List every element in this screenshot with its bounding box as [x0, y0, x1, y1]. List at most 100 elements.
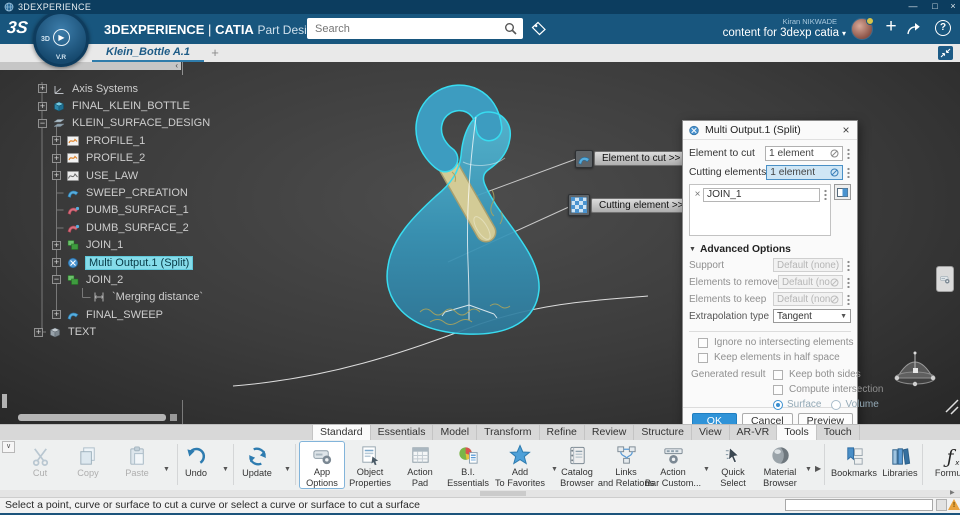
object-properties-button[interactable]: Object Properties — [344, 442, 396, 488]
tab-standard[interactable]: Standard — [312, 425, 371, 440]
workspace-selector[interactable]: content for 3dexp catia ▾ — [640, 27, 846, 39]
tree-item-label[interactable]: Axis Systems — [72, 83, 138, 95]
status-small-button[interactable] — [936, 499, 947, 511]
tab-touch[interactable]: Touch — [817, 425, 860, 440]
scroll-left-icon[interactable]: ‹ — [175, 62, 178, 70]
klein-bottle-model[interactable] — [386, 84, 540, 335]
formula-button[interactable]: Formu... — [926, 442, 960, 488]
user-avatar[interactable] — [851, 17, 874, 40]
action-pad-button[interactable]: Action Pad — [394, 442, 446, 488]
half-space-checkbox[interactable] — [698, 352, 708, 363]
tree-item-klein-surface-design[interactable]: − KLEIN_SURFACE_DESIGN — [0, 115, 210, 132]
undo-button[interactable]: Undo — [170, 442, 222, 488]
tree-item-profile-2[interactable]: + PROFILE_2 — [0, 150, 210, 167]
ignore-intersecting-checkbox[interactable] — [698, 337, 708, 348]
power-input-field[interactable] — [785, 499, 933, 511]
expand-icon[interactable]: + — [38, 84, 47, 94]
tree-item-join-1[interactable]: + JOIN_1 — [0, 237, 210, 254]
compass-play-icon[interactable]: ▶ — [53, 29, 70, 46]
tab-essentials[interactable]: Essentials — [371, 425, 434, 440]
new-tab-button[interactable]: + — [208, 45, 222, 60]
app-options-button[interactable]: App Options — [299, 441, 345, 489]
undo-dropdown-icon[interactable]: ▼ — [222, 466, 229, 473]
remove-item-icon[interactable]: × — [692, 189, 703, 200]
tree-item-label[interactable]: PROFILE_1 — [86, 135, 145, 147]
tree-bottom-scrollbar-end[interactable] — [170, 414, 177, 421]
tree-item-final-klein-bottle[interactable]: + FINAL_KLEIN_BOTTLE — [0, 97, 210, 114]
tree-item-axis-systems[interactable]: + Axis Systems — [0, 80, 210, 97]
tab-model[interactable]: Model — [433, 425, 478, 440]
expand-icon[interactable]: + — [52, 240, 61, 250]
cutting-elements-input[interactable]: 1 element — [766, 165, 843, 180]
quick-select-button[interactable]: Quick Select — [707, 442, 759, 488]
drag-handle-icon[interactable] — [846, 276, 851, 288]
close-button[interactable]: × — [944, 0, 960, 14]
half-space-row[interactable]: Keep elements in half space — [689, 352, 851, 363]
list-item[interactable]: × JOIN_1 — [692, 186, 828, 203]
drag-handle-icon[interactable] — [846, 259, 851, 271]
document-tab[interactable]: Klein_Bottle A.1 — [92, 44, 204, 60]
tree-item-label[interactable]: DUMB_SURFACE_1 — [86, 204, 189, 216]
expand-icon[interactable]: + — [52, 310, 61, 320]
resize-corner-handle[interactable] — [945, 399, 959, 415]
tree-item-use-law[interactable]: + USE_LAW — [0, 167, 210, 184]
robot-ground-compass[interactable] — [894, 351, 936, 387]
drag-handle-icon[interactable] — [823, 189, 828, 200]
tree-item-profile-1[interactable]: + PROFILE_1 — [0, 132, 210, 149]
material-dropdown-icon[interactable]: ▼ — [805, 466, 812, 473]
surface-radio[interactable] — [773, 399, 783, 410]
list-item-name-box[interactable]: JOIN_1 — [703, 187, 820, 202]
expand-icon[interactable]: + — [52, 171, 61, 181]
tree-item-dumb-surface-1[interactable]: DUMB_SURFACE_1 — [0, 202, 210, 219]
add-content-button[interactable]: + — [881, 16, 901, 38]
fit-view-button[interactable] — [938, 46, 953, 60]
tree-item-label[interactable]: KLEIN_SURFACE_DESIGN — [72, 117, 210, 129]
tree-item-label[interactable]: TEXT — [68, 326, 96, 338]
search-input[interactable] — [315, 22, 504, 35]
collapse-icon[interactable]: − — [38, 118, 47, 128]
paste-dropdown-icon[interactable]: ▼ — [163, 466, 170, 473]
add-to-favorites-button[interactable]: Add To Favorites — [492, 442, 548, 488]
tree-item-label[interactable]: SWEEP_CREATION — [86, 187, 188, 199]
keep-both-sides-row[interactable]: Keep both sides — [773, 369, 884, 380]
collapsed-panel-handle-button[interactable] — [936, 266, 954, 292]
expand-icon[interactable]: + — [52, 136, 61, 146]
extrapolation-type-select[interactable]: Tangent ▼ — [773, 309, 851, 323]
toolbar-scrollbar-thumb[interactable] — [480, 491, 526, 496]
element-to-cut-callout[interactable]: Element to cut >> — [575, 150, 691, 168]
3d-compass-widget[interactable]: 3D ▶ V.R — [33, 11, 89, 67]
share-icon[interactable] — [906, 22, 921, 40]
compute-intersection-row[interactable]: Compute intersection — [773, 384, 884, 395]
bookmarks-button[interactable]: Bookmarks — [828, 442, 880, 488]
tree-vertical-scrollbar-thumb[interactable] — [2, 394, 7, 408]
tree-item-multi-output-split[interactable]: + Multi Output.1 (Split) — [0, 254, 210, 271]
maximize-button[interactable]: □ — [926, 0, 944, 14]
volume-radio[interactable] — [831, 399, 842, 410]
tree-item-label[interactable]: PROFILE_2 — [86, 152, 145, 164]
tab-ar-vr[interactable]: AR-VR — [730, 425, 778, 440]
drag-handle-icon[interactable] — [846, 167, 851, 178]
tree-bottom-scrollbar-thumb[interactable] — [18, 414, 166, 421]
tree-item-sweep-creation[interactable]: SWEEP_CREATION — [0, 184, 210, 201]
dialog-close-button[interactable]: × — [840, 123, 852, 137]
tab-structure[interactable]: Structure — [634, 425, 692, 440]
search-icon[interactable] — [504, 22, 517, 35]
surface-side-button[interactable] — [834, 184, 851, 200]
collapse-icon[interactable]: − — [52, 275, 61, 285]
tab-view[interactable]: View — [692, 425, 730, 440]
drag-handle-icon[interactable] — [846, 148, 851, 159]
update-button[interactable]: Update — [231, 442, 283, 488]
tree-item-label-selected[interactable]: Multi Output.1 (Split) — [86, 256, 193, 269]
cutting-element-callout[interactable]: Cutting element >> — [568, 194, 694, 216]
dialog-titlebar[interactable]: Multi Output.1 (Split) × — [683, 121, 857, 140]
minimize-button[interactable]: — — [904, 0, 922, 14]
tree-item-merging-distance[interactable]: `Merging distance` — [0, 289, 210, 306]
tree-item-label[interactable]: JOIN_1 — [86, 239, 123, 251]
toolbar-scroll-strip[interactable]: ▶ — [0, 490, 960, 497]
expand-icon[interactable]: + — [52, 153, 61, 163]
tree-item-join-2[interactable]: − JOIN_2 — [0, 271, 210, 288]
element-to-cut-input[interactable]: 1 element — [765, 146, 843, 161]
keep-both-sides-checkbox[interactable] — [773, 369, 783, 380]
tab-refine[interactable]: Refine — [540, 425, 585, 440]
expand-icon[interactable]: + — [34, 327, 43, 337]
